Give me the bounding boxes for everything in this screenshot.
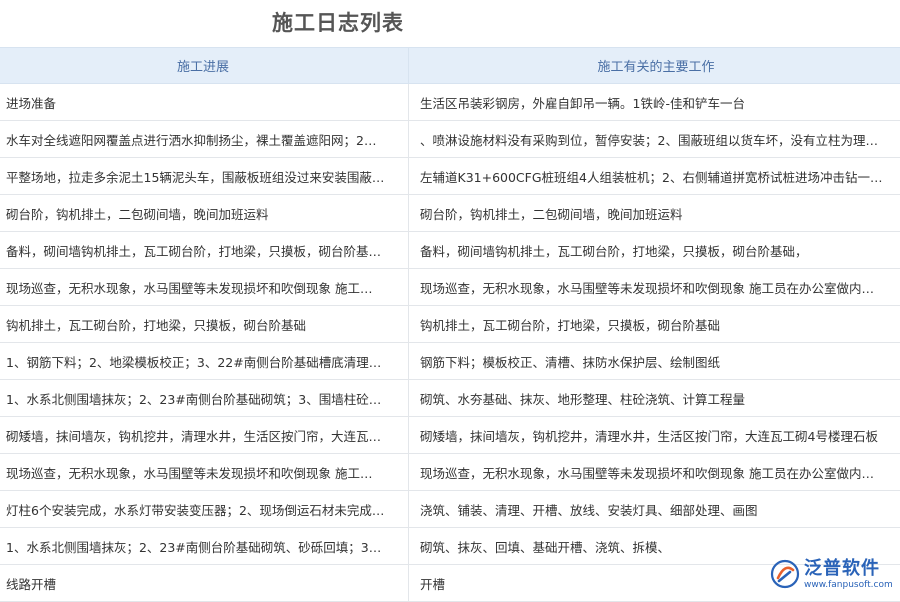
table-row[interactable]: 钩机排土，瓦工砌台阶，打地梁，只摸板，砌台阶基础 钩机排土，瓦工砌台阶，打地梁，只… (0, 306, 900, 343)
cell-text: 砌矮墙，抹间墙灰，钩机挖井，清理水井，生活区按门帘，大连瓦工砌4号楼理石板 (420, 428, 878, 444)
cell-text: 砌矮墙，抹间墙灰，钩机挖井，清理水井，生活区按门帘，大连瓦… (6, 428, 382, 444)
cell-main-work: 砌矮墙，抹间墙灰，钩机挖井，清理水井，生活区按门帘，大连瓦工砌4号楼理石板 (409, 417, 900, 453)
table-row[interactable]: 砌台阶，钩机排土，二包砌间墙，晚间加班运料 砌台阶，钩机排土，二包砌间墙，晚间加班… (0, 195, 900, 232)
cell-progress: 现场巡查，无积水现象，水马围壁等未发现损坏和吹倒现象 施工… (0, 454, 409, 490)
cell-text: 备料，砌间墙钩机排土，瓦工砌台阶，打地梁，只摸板，砌台阶基… (6, 243, 382, 259)
table-row[interactable]: 水车对全线遮阳网覆盖点进行洒水抑制扬尘，裸土覆盖遮阳网；2… 、喷淋设施材料没有采… (0, 121, 900, 158)
table-row[interactable]: 灯柱6个安装完成，水系灯带安装变压器；2、现场倒运石材未完成… 浇筑、铺装、清理、… (0, 491, 900, 528)
cell-text: 线路开槽 (6, 576, 57, 592)
cell-progress: 平整场地，拉走多余泥土15辆泥头车，围蔽板班组没过来安装围蔽… (0, 158, 409, 194)
cell-text: 钩机排土，瓦工砌台阶，打地梁，只摸板，砌台阶基础 (420, 317, 721, 333)
table-row[interactable]: 现场巡查，无积水现象，水马围壁等未发现损坏和吹倒现象 施工… 现场巡查，无积水现象… (0, 454, 900, 491)
cell-main-work: 备料，砌间墙钩机排土，瓦工砌台阶，打地梁，只摸板，砌台阶基础， (409, 232, 900, 268)
column-header-main-work[interactable]: 施工有关的主要工作 (409, 48, 900, 83)
table-row[interactable]: 1、水系北侧围墙抹灰；2、23#南侧台阶基础砌筑、砂砾回填；3… 砌筑、抹灰、回填… (0, 528, 900, 565)
cell-text: 现场巡查，无积水现象，水马围壁等未发现损坏和吹倒现象 施工… (6, 280, 373, 296)
cell-main-work: 现场巡查，无积水现象，水马围壁等未发现损坏和吹倒现象 施工员在办公室做内… (409, 269, 900, 305)
cell-text: 1、水系北侧围墙抹灰；2、23#南侧台阶基础砌筑、砂砾回填；3… (6, 539, 382, 555)
cell-text: 现场巡查，无积水现象，水马围壁等未发现损坏和吹倒现象 施工员在办公室做内… (420, 465, 874, 481)
fanpu-logo-icon (770, 559, 800, 589)
table-row[interactable]: 现场巡查，无积水现象，水马围壁等未发现损坏和吹倒现象 施工… 现场巡查，无积水现象… (0, 269, 900, 306)
table-row[interactable]: 进场准备 生活区吊装彩钢房，外雇自卸吊一辆。1铁岭-佳和铲车一台 (0, 84, 900, 121)
table-body: 进场准备 生活区吊装彩钢房，外雇自卸吊一辆。1铁岭-佳和铲车一台水车对全线遮阳网覆… (0, 84, 900, 602)
cell-progress: 进场准备 (0, 84, 409, 120)
cell-progress: 1、水系北侧围墙抹灰；2、23#南侧台阶基础砌筑；3、围墙柱砼… (0, 380, 409, 416)
cell-text: 砌筑、水夯基础、抹灰、地形整理、柱砼浇筑、计算工程量 (420, 391, 746, 407)
cell-text: 进场准备 (6, 95, 57, 111)
construction-log-table: 施工进展 施工有关的主要工作 进场准备 生活区吊装彩钢房，外雇自卸吊一辆。1铁岭-… (0, 47, 900, 602)
brand-logo: 泛普软件 www.fanpusoft.com (770, 551, 898, 597)
cell-text: 钢筋下料；模板校正、清槽、抹防水保护层、绘制图纸 (420, 354, 721, 370)
cell-text: 1、钢筋下料；2、地梁模板校正；3、22#南侧台阶基础槽底清理… (6, 354, 382, 370)
cell-progress: 现场巡查，无积水现象，水马围壁等未发现损坏和吹倒现象 施工… (0, 269, 409, 305)
cell-main-work: 砌筑、水夯基础、抹灰、地形整理、柱砼浇筑、计算工程量 (409, 380, 900, 416)
cell-main-work: 钢筋下料；模板校正、清槽、抹防水保护层、绘制图纸 (409, 343, 900, 379)
table-row[interactable]: 备料，砌间墙钩机排土，瓦工砌台阶，打地梁，只摸板，砌台阶基… 备料，砌间墙钩机排土… (0, 232, 900, 269)
cell-main-work: 左辅道K31+600CFG桩班组4人组装桩机；2、右侧辅道拼宽桥试桩进场冲击钻一… (409, 158, 900, 194)
table-row[interactable]: 1、钢筋下料；2、地梁模板校正；3、22#南侧台阶基础槽底清理… 钢筋下料；模板校… (0, 343, 900, 380)
table-row[interactable]: 线路开槽 开槽 (0, 565, 900, 602)
cell-text: 砌台阶，钩机排土，二包砌间墙，晚间加班运料 (420, 206, 683, 222)
cell-progress: 砌矮墙，抹间墙灰，钩机挖井，清理水井，生活区按门帘，大连瓦… (0, 417, 409, 453)
cell-progress: 砌台阶，钩机排土，二包砌间墙，晚间加班运料 (0, 195, 409, 231)
cell-progress: 1、钢筋下料；2、地梁模板校正；3、22#南侧台阶基础槽底清理… (0, 343, 409, 379)
table-row[interactable]: 砌矮墙，抹间墙灰，钩机挖井，清理水井，生活区按门帘，大连瓦… 砌矮墙，抹间墙灰，钩… (0, 417, 900, 454)
cell-main-work: 砌台阶，钩机排土，二包砌间墙，晚间加班运料 (409, 195, 900, 231)
table-row[interactable]: 平整场地，拉走多余泥土15辆泥头车，围蔽板班组没过来安装围蔽… 左辅道K31+60… (0, 158, 900, 195)
cell-progress: 钩机排土，瓦工砌台阶，打地梁，只摸板，砌台阶基础 (0, 306, 409, 342)
table-row[interactable]: 1、水系北侧围墙抹灰；2、23#南侧台阶基础砌筑；3、围墙柱砼… 砌筑、水夯基础、… (0, 380, 900, 417)
cell-text: 浇筑、铺装、清理、开槽、放线、安装灯具、细部处理、画图 (420, 502, 758, 518)
cell-text: 水车对全线遮阳网覆盖点进行洒水抑制扬尘，裸土覆盖遮阳网；2… (6, 132, 377, 148)
cell-main-work: 、喷淋设施材料没有采购到位，暂停安装；2、围蔽班组以货车坏，没有立柱为理… (409, 121, 900, 157)
cell-text: 、喷淋设施材料没有采购到位，暂停安装；2、围蔽班组以货车坏，没有立柱为理… (420, 132, 878, 148)
cell-text: 现场巡查，无积水现象，水马围壁等未发现损坏和吹倒现象 施工… (6, 465, 373, 481)
cell-text: 灯柱6个安装完成，水系灯带安装变压器；2、现场倒运石材未完成… (6, 502, 385, 518)
cell-text: 砌台阶，钩机排土，二包砌间墙，晚间加班运料 (6, 206, 269, 222)
logo-name: 泛普软件 (804, 557, 880, 579)
cell-text: 钩机排土，瓦工砌台阶，打地梁，只摸板，砌台阶基础 (6, 317, 307, 333)
cell-progress: 灯柱6个安装完成，水系灯带安装变压器；2、现场倒运石材未完成… (0, 491, 409, 527)
cell-text: 左辅道K31+600CFG桩班组4人组装桩机；2、右侧辅道拼宽桥试桩进场冲击钻一… (420, 169, 883, 185)
cell-text: 1、水系北侧围墙抹灰；2、23#南侧台阶基础砌筑；3、围墙柱砼… (6, 391, 382, 407)
cell-main-work: 浇筑、铺装、清理、开槽、放线、安装灯具、细部处理、画图 (409, 491, 900, 527)
cell-main-work: 生活区吊装彩钢房，外雇自卸吊一辆。1铁岭-佳和铲车一台 (409, 84, 900, 120)
cell-progress: 1、水系北侧围墙抹灰；2、23#南侧台阶基础砌筑、砂砾回填；3… (0, 528, 409, 564)
cell-text: 生活区吊装彩钢房，外雇自卸吊一辆。1铁岭-佳和铲车一台 (420, 95, 745, 111)
cell-main-work: 现场巡查，无积水现象，水马围壁等未发现损坏和吹倒现象 施工员在办公室做内… (409, 454, 900, 490)
cell-text: 备料，砌间墙钩机排土，瓦工砌台阶，打地梁，只摸板，砌台阶基础， (420, 243, 808, 259)
page-title: 施工日志列表 (272, 11, 404, 35)
cell-text: 现场巡查，无积水现象，水马围壁等未发现损坏和吹倒现象 施工员在办公室做内… (420, 280, 874, 296)
logo-url: www.fanpusoft.com (804, 579, 893, 590)
cell-main-work: 钩机排土，瓦工砌台阶，打地梁，只摸板，砌台阶基础 (409, 306, 900, 342)
column-header-progress[interactable]: 施工进展 (0, 48, 409, 83)
cell-text: 平整场地，拉走多余泥土15辆泥头车，围蔽板班组没过来安装围蔽… (6, 169, 385, 185)
table-header-row: 施工进展 施工有关的主要工作 (0, 47, 900, 84)
cell-progress: 水车对全线遮阳网覆盖点进行洒水抑制扬尘，裸土覆盖遮阳网；2… (0, 121, 409, 157)
cell-progress: 线路开槽 (0, 565, 409, 601)
cell-progress: 备料，砌间墙钩机排土，瓦工砌台阶，打地梁，只摸板，砌台阶基… (0, 232, 409, 268)
